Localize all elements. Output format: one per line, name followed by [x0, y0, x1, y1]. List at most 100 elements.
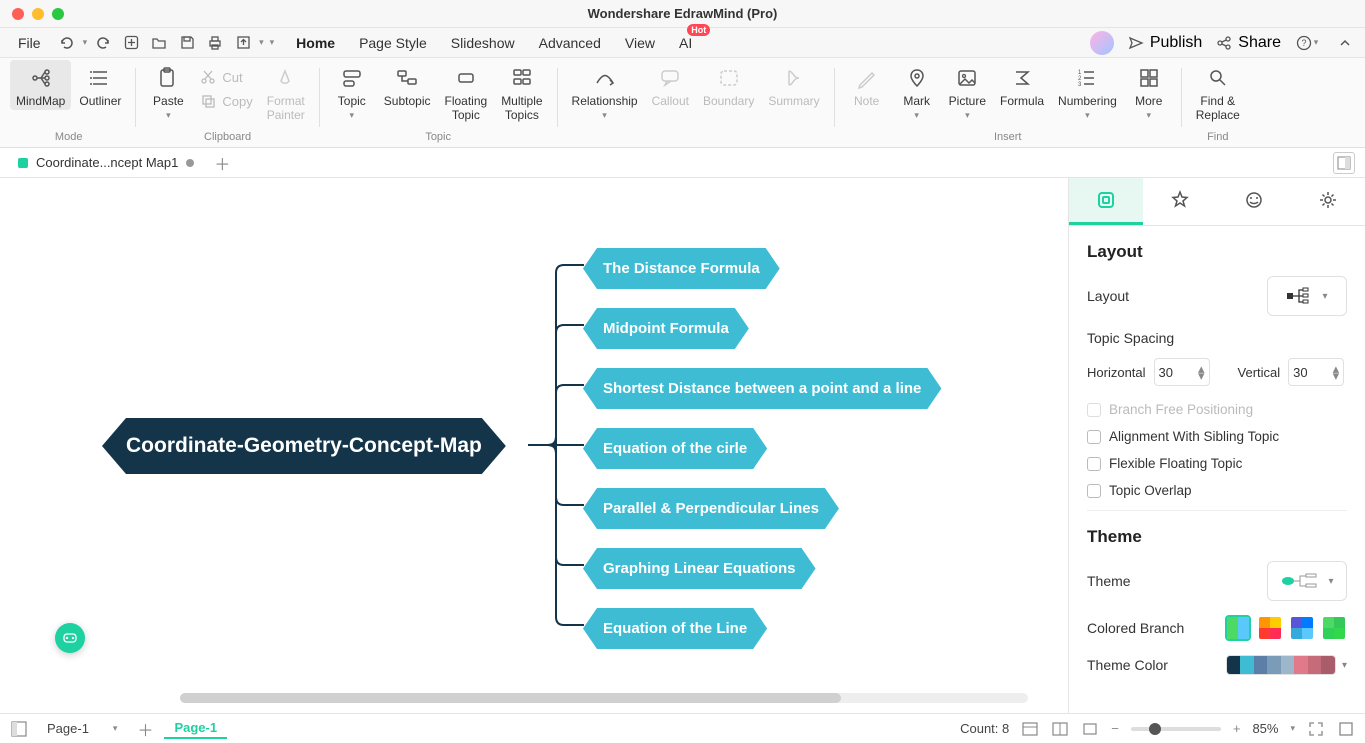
floating-topic-label: Floating Topic: [444, 94, 487, 122]
side-tab-settings[interactable]: [1291, 178, 1365, 225]
summary-button[interactable]: Summary: [762, 60, 825, 110]
branch-free-label: Branch Free Positioning: [1109, 402, 1253, 417]
colored-branch-swatches: [1225, 615, 1347, 641]
paste-label: Paste: [153, 94, 184, 108]
fullscreen[interactable]: [1337, 720, 1355, 738]
outliner-button[interactable]: Outliner: [73, 60, 127, 110]
relationship-button[interactable]: Relationship▾: [566, 60, 644, 123]
mindmap-button[interactable]: MindMap: [10, 60, 71, 110]
view-mode-1[interactable]: [1021, 720, 1039, 738]
flex-float-checkbox[interactable]: Flexible Floating Topic: [1087, 456, 1347, 471]
format-painter-button[interactable]: Format Painter: [261, 60, 311, 124]
child-topic[interactable]: Equation of the Line: [583, 608, 767, 649]
page-tab[interactable]: Page-1: [164, 718, 227, 739]
swatch-2[interactable]: [1257, 615, 1283, 641]
theme-heading: Theme: [1087, 527, 1347, 547]
format-painter-icon: [274, 66, 298, 90]
mark-button[interactable]: Mark▾: [893, 60, 941, 123]
view-mode-3[interactable]: [1081, 720, 1099, 738]
help-button[interactable]: ?▾: [1295, 31, 1319, 55]
open-button[interactable]: [147, 31, 171, 55]
export-button[interactable]: [231, 31, 255, 55]
central-topic[interactable]: Coordinate-Geometry-Concept-Map: [102, 418, 506, 474]
panel-toggle[interactable]: [1333, 152, 1355, 174]
side-tab-style[interactable]: [1143, 178, 1217, 225]
child-topic[interactable]: Shortest Distance between a point and a …: [583, 368, 941, 409]
view-mode-2[interactable]: [1051, 720, 1069, 738]
paste-button[interactable]: Paste ▾: [144, 60, 192, 123]
floating-topic-button[interactable]: Floating Topic: [438, 60, 493, 124]
avatar[interactable]: [1090, 31, 1114, 55]
multiple-topics-button[interactable]: Multiple Topics: [495, 60, 548, 124]
vertical-spacing-input[interactable]: 30▴▾: [1288, 358, 1344, 386]
tab-home[interactable]: Home: [292, 31, 339, 55]
theme-color-dropdown[interactable]: ▾: [1226, 655, 1347, 675]
tab-advanced[interactable]: Advanced: [535, 31, 605, 55]
child-topic[interactable]: Graphing Linear Equations: [583, 548, 816, 589]
clipboard-group-label: Clipboard: [204, 131, 251, 147]
numbering-button[interactable]: 123Numbering▾: [1052, 60, 1123, 123]
publish-button[interactable]: Publish: [1128, 34, 1202, 52]
document-tab[interactable]: Coordinate...ncept Map1: [8, 151, 204, 174]
scrollbar-thumb[interactable]: [180, 693, 841, 703]
print-button[interactable]: [203, 31, 227, 55]
page-dropdown[interactable]: Page-1▾: [38, 718, 126, 739]
note-button[interactable]: Note: [843, 60, 891, 110]
horizontal-scrollbar[interactable]: [180, 693, 1028, 703]
outline-toggle[interactable]: [10, 720, 28, 738]
formula-button[interactable]: Formula: [994, 60, 1050, 110]
file-menu[interactable]: File: [8, 31, 51, 55]
tab-slideshow[interactable]: Slideshow: [447, 31, 519, 55]
swatch-4[interactable]: [1321, 615, 1347, 641]
side-panel: Layout Layout ▾ Topic Spacing Horizontal…: [1068, 178, 1365, 713]
tab-view[interactable]: View: [621, 31, 659, 55]
find-replace-button[interactable]: Find & Replace: [1190, 60, 1246, 124]
align-sibling-label: Alignment With Sibling Topic: [1109, 429, 1279, 444]
fit-screen[interactable]: [1307, 720, 1325, 738]
child-topic[interactable]: The Distance Formula: [583, 248, 780, 289]
add-page-button[interactable]: ＋: [136, 720, 154, 738]
redo-button[interactable]: [91, 31, 115, 55]
zoom-knob[interactable]: [1149, 723, 1161, 735]
new-button[interactable]: [119, 31, 143, 55]
topic-button[interactable]: Topic▾: [328, 60, 376, 123]
menubar: File ▾ ▾ ▾ Home Page Style Slideshow Adv…: [0, 28, 1365, 58]
ai-assistant-fab[interactable]: [55, 623, 85, 653]
add-tab-button[interactable]: ＋: [212, 153, 232, 173]
zoom-slider[interactable]: [1131, 727, 1221, 731]
child-topic[interactable]: Parallel & Perpendicular Lines: [583, 488, 839, 529]
multiple-topics-label: Multiple Topics: [501, 94, 542, 122]
horizontal-spacing-input[interactable]: 30▴▾: [1154, 358, 1210, 386]
tab-page-style[interactable]: Page Style: [355, 31, 431, 55]
align-sibling-checkbox[interactable]: Alignment With Sibling Topic: [1087, 429, 1347, 444]
tab-ai[interactable]: AI Hot: [675, 31, 696, 55]
callout-button[interactable]: Callout: [646, 60, 695, 110]
topic-group-label: Topic: [425, 131, 451, 147]
maximize-window[interactable]: [52, 8, 64, 20]
save-button[interactable]: [175, 31, 199, 55]
boundary-icon: [717, 66, 741, 90]
h-value: 30: [1159, 365, 1198, 380]
topic-overlap-checkbox[interactable]: Topic Overlap: [1087, 483, 1347, 498]
layout-dropdown[interactable]: ▾: [1267, 276, 1347, 316]
more-button[interactable]: More▾: [1125, 60, 1173, 123]
minimize-window[interactable]: [32, 8, 44, 20]
child-topic[interactable]: Midpoint Formula: [583, 308, 749, 349]
picture-button[interactable]: Picture▾: [943, 60, 992, 123]
cut-button[interactable]: Cut: [194, 66, 258, 88]
boundary-button[interactable]: Boundary: [697, 60, 760, 110]
side-tab-layout[interactable]: [1069, 178, 1143, 225]
share-button[interactable]: Share: [1216, 34, 1281, 52]
copy-button[interactable]: Copy: [194, 90, 258, 112]
close-window[interactable]: [12, 8, 24, 20]
summary-label: Summary: [768, 94, 819, 108]
side-tab-icons[interactable]: [1217, 178, 1291, 225]
collapse-ribbon[interactable]: [1333, 31, 1357, 55]
theme-dropdown[interactable]: ▾: [1267, 561, 1347, 601]
subtopic-button[interactable]: Subtopic: [378, 60, 437, 110]
undo-button[interactable]: [55, 31, 79, 55]
child-topic[interactable]: Equation of the cirle: [583, 428, 767, 469]
canvas[interactable]: Coordinate-Geometry-Concept-Map The Dist…: [0, 178, 1068, 713]
swatch-3[interactable]: [1289, 615, 1315, 641]
swatch-1[interactable]: [1225, 615, 1251, 641]
